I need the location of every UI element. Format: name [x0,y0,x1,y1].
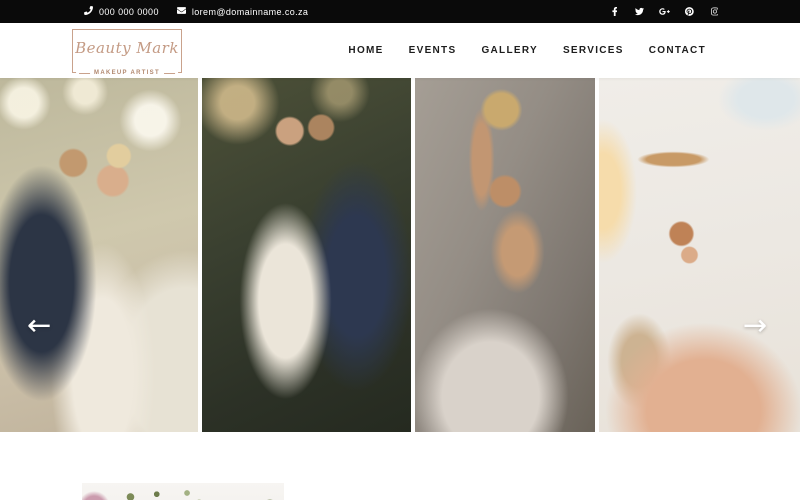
gallery-slide-2[interactable] [202,78,411,432]
pinterest-icon[interactable] [684,6,695,17]
twitter-icon[interactable] [634,6,645,17]
top-bar: 000 000 0000 lorem@domainname.co.za [0,0,800,23]
photo-bride-groom-car [0,78,198,432]
logo-subtitle: MAKEUP ARTIST [94,70,160,76]
nav-item-services[interactable]: SERVICES [563,45,624,56]
instagram-icon[interactable] [709,6,720,17]
logo[interactable]: Beauty Mark MAKEUP ARTIST [72,29,182,76]
photo-couple-embrace [202,78,411,432]
gallery-slide-4[interactable] [599,78,800,432]
next-section-preview [0,483,800,500]
social-links [609,6,720,17]
nav-item-gallery[interactable]: GALLERY [481,45,538,56]
gallery-slide-1[interactable] [0,78,198,432]
contact-info: 000 000 0000 lorem@domainname.co.za [83,5,309,17]
logo-title: Beauty Mark [75,39,179,57]
carousel-prev-arrow-icon[interactable]: ← [27,311,51,340]
carousel-next-arrow-icon[interactable]: → [743,311,767,340]
gallery-slide-3[interactable] [415,78,595,432]
photo-blonde-portrait [415,78,595,432]
google-plus-icon[interactable] [659,6,670,17]
phone-icon [83,5,93,17]
facebook-icon[interactable] [609,6,620,17]
logo-dash-right [163,72,175,74]
phone-link[interactable]: 000 000 0000 [83,5,159,17]
site-header: Beauty Mark MAKEUP ARTIST HOME EVENTS GA… [0,23,800,78]
phone-number: 000 000 0000 [99,6,159,17]
logo-subtitle-row: MAKEUP ARTIST [76,70,178,76]
envelope-icon [176,6,186,17]
nav-item-contact[interactable]: CONTACT [649,45,706,56]
nav-item-home[interactable]: HOME [348,45,383,56]
main-navigation: HOME EVENTS GALLERY SERVICES CONTACT [348,45,706,56]
nav-item-events[interactable]: EVENTS [409,45,457,56]
email-address: lorem@domainname.co.za [191,6,309,17]
gallery-carousel: ← → [0,78,800,433]
email-link[interactable]: lorem@domainname.co.za [176,6,309,17]
floral-watercolor-image [82,483,284,500]
logo-dash-left [79,72,91,74]
photo-peach-gown [599,78,800,432]
